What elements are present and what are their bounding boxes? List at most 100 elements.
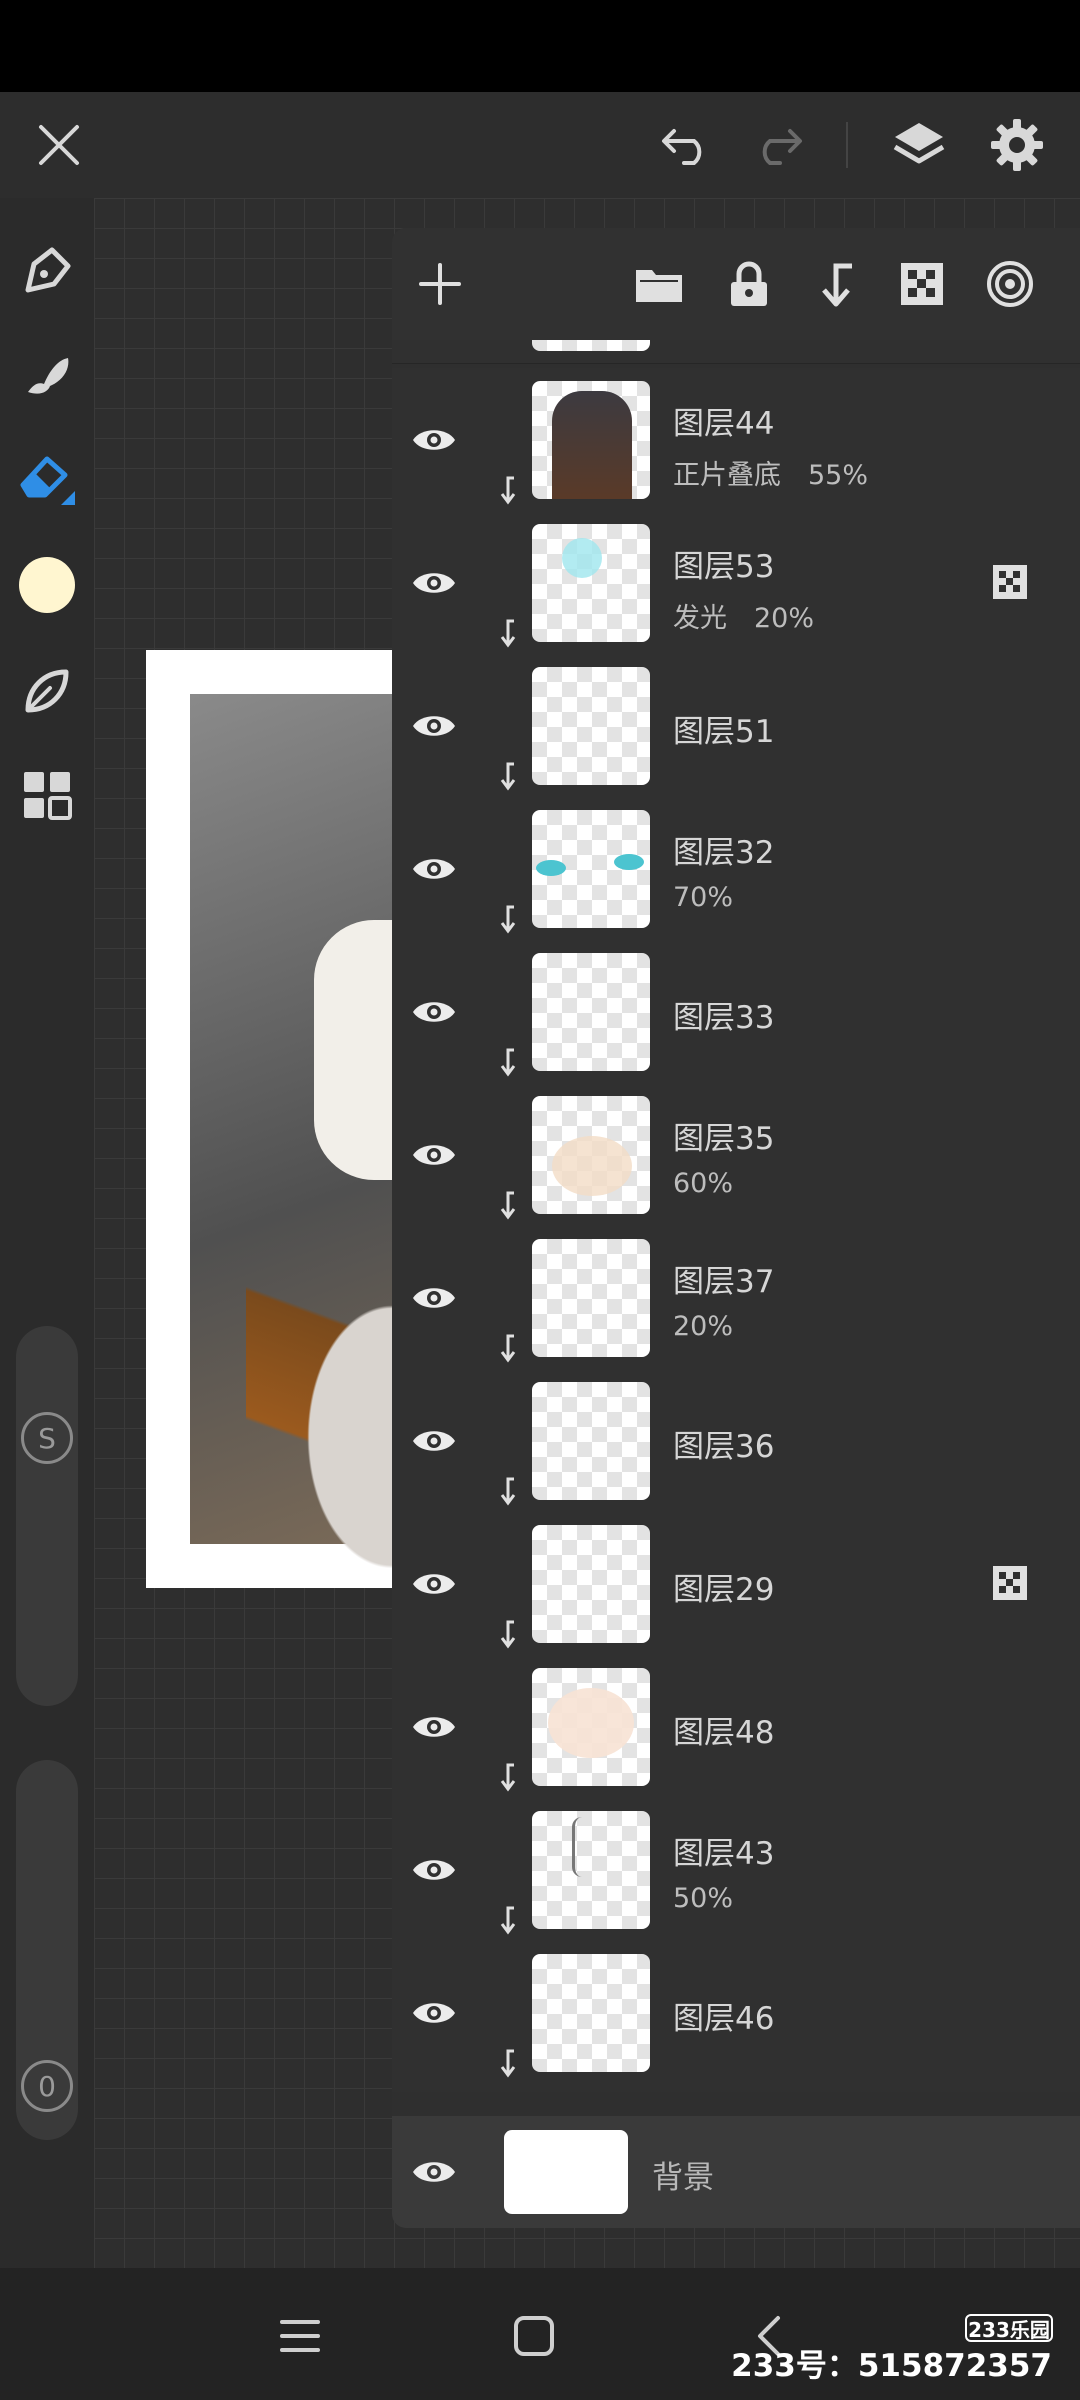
layer-name: 图层33 (673, 1000, 775, 1036)
watermark-logo: 233乐园 (965, 2314, 1053, 2342)
artwork-hair (246, 1210, 392, 1588)
clipping-arrow-icon (500, 1191, 516, 1220)
clipping-arrow-icon (500, 1477, 516, 1506)
layer-name: 图层44 (673, 406, 775, 442)
visibility-eye-icon[interactable] (408, 1701, 460, 1753)
grid-icon[interactable] (10, 758, 84, 832)
artwork-canvas[interactable] (146, 650, 392, 1588)
clipping-arrow-icon (500, 762, 516, 791)
visibility-eye-icon[interactable] (408, 2146, 460, 2198)
clipping-arrow-icon (500, 619, 516, 648)
transparency-icon[interactable] (894, 256, 950, 312)
layer-thumbnail (532, 1668, 650, 1786)
layer-name: 图层36 (673, 1429, 775, 1465)
close-icon[interactable] (28, 114, 90, 176)
layer-blend-mode: 正片叠底 55% (673, 460, 869, 491)
top-bar (0, 92, 1080, 198)
alpha-lock-icon (993, 1566, 1027, 1600)
eraser-icon[interactable] (10, 442, 84, 516)
settings-icon[interactable] (984, 112, 1050, 178)
clipping-arrow-icon (500, 2049, 516, 2078)
smudge-icon[interactable] (10, 338, 84, 412)
visibility-eye-icon[interactable] (408, 1272, 460, 1324)
add-layer-icon[interactable] (412, 256, 468, 312)
layer-thumbnail (532, 1811, 650, 1929)
layer-thumbnail (532, 1239, 650, 1357)
layer-name: 图层46 (673, 2001, 775, 2037)
lock-icon[interactable] (721, 256, 777, 312)
layer-row[interactable]: 图层44 正片叠底 55% (392, 368, 1080, 512)
visibility-eye-icon[interactable] (408, 1844, 460, 1896)
pen-icon[interactable] (10, 234, 84, 308)
layer-name: 图层53 (673, 549, 775, 585)
layer-panel-header (392, 228, 1080, 340)
redo-icon[interactable] (746, 114, 808, 176)
clipping-arrow-icon (500, 476, 516, 505)
layer-name: 图层37 (673, 1264, 775, 1300)
layer-row[interactable]: 图层32 70% (392, 797, 1080, 941)
visibility-eye-icon[interactable] (408, 700, 460, 752)
layer-name: 图层48 (673, 1715, 775, 1751)
visibility-eye-icon[interactable] (408, 1415, 460, 1467)
layer-blend-mode: 50% (673, 1883, 734, 1914)
layer-row[interactable]: 图层37 20% (392, 1226, 1080, 1370)
layer-row-partial[interactable] (392, 2084, 1080, 2092)
status-bar (0, 0, 1080, 92)
clip-down-icon[interactable] (808, 256, 864, 312)
clipping-arrow-icon (500, 1906, 516, 1935)
layer-row[interactable]: 图层33 (392, 940, 1080, 1084)
layer-row[interactable]: 图层53 发光 20% (392, 511, 1080, 655)
background-layer-row[interactable]: 背景 (392, 2116, 1080, 2228)
target-icon[interactable] (982, 256, 1038, 312)
visibility-eye-icon[interactable] (408, 557, 460, 609)
layer-row[interactable]: 图层51 (392, 654, 1080, 798)
layer-row[interactable]: 图层35 60% (392, 1083, 1080, 1227)
visibility-eye-icon[interactable] (408, 1129, 460, 1181)
visibility-eye-icon[interactable] (408, 1558, 460, 1610)
layer-row[interactable]: 图层43 50% (392, 1798, 1080, 1942)
top-divider (846, 122, 848, 168)
color-swatch[interactable] (10, 548, 84, 622)
visibility-eye-icon[interactable] (408, 843, 460, 895)
size-slider-knob[interactable]: S (21, 1412, 73, 1464)
folder-icon[interactable] (631, 256, 687, 312)
left-toolbar: S 0 (0, 198, 94, 2268)
layer-blend-mode: 70% (673, 882, 734, 913)
layer-thumbnail (532, 667, 650, 785)
layer-row[interactable]: 图层29 (392, 1512, 1080, 1656)
leaf-brush-icon[interactable] (10, 654, 84, 728)
layer-thumbnail (532, 1096, 650, 1214)
clipping-arrow-icon (500, 905, 516, 934)
layer-name: 图层43 (673, 1836, 775, 1872)
layer-row[interactable]: 图层48 (392, 1655, 1080, 1799)
size-slider[interactable]: S (16, 1326, 78, 1706)
layer-thumbnail (532, 340, 650, 351)
opacity-slider-knob[interactable]: 0 (21, 2060, 73, 2112)
visibility-eye-icon[interactable] (408, 1987, 460, 2039)
opacity-slider[interactable]: 0 (16, 1760, 78, 2140)
layer-thumbnail (532, 1954, 650, 2072)
layer-row[interactable]: 图层36 (392, 1369, 1080, 1513)
background-layer-name: 背景 (652, 2160, 714, 2196)
visibility-eye-icon[interactable] (408, 986, 460, 1038)
layers-icon[interactable] (886, 112, 952, 178)
layer-blend-mode: 60% (673, 1168, 734, 1199)
artwork-figure (314, 920, 392, 1180)
layer-name: 图层51 (673, 714, 775, 750)
home-icon[interactable] (506, 2308, 562, 2364)
menu-icon[interactable] (272, 2308, 328, 2364)
layer-row[interactable]: 图层46 (392, 1941, 1080, 2085)
layer-row-partial[interactable] (392, 340, 1080, 364)
undo-icon[interactable] (656, 114, 718, 176)
layer-thumbnail (532, 953, 650, 1071)
layer-panel: 图层44 正片叠底 55% 图层53 发光 20% 图层51 图层32 70% (392, 228, 1080, 2228)
layer-thumbnail (532, 1382, 650, 1500)
clipping-arrow-icon (500, 1620, 516, 1649)
clipping-arrow-icon (500, 1334, 516, 1363)
layer-thumbnail (532, 1525, 650, 1643)
layer-list[interactable]: 图层44 正片叠底 55% 图层53 发光 20% 图层51 图层32 70% (392, 340, 1080, 2092)
clipping-arrow-icon (500, 1763, 516, 1792)
visibility-eye-icon[interactable] (408, 414, 460, 466)
background-thumbnail (504, 2130, 628, 2214)
layer-thumbnail (532, 381, 650, 499)
